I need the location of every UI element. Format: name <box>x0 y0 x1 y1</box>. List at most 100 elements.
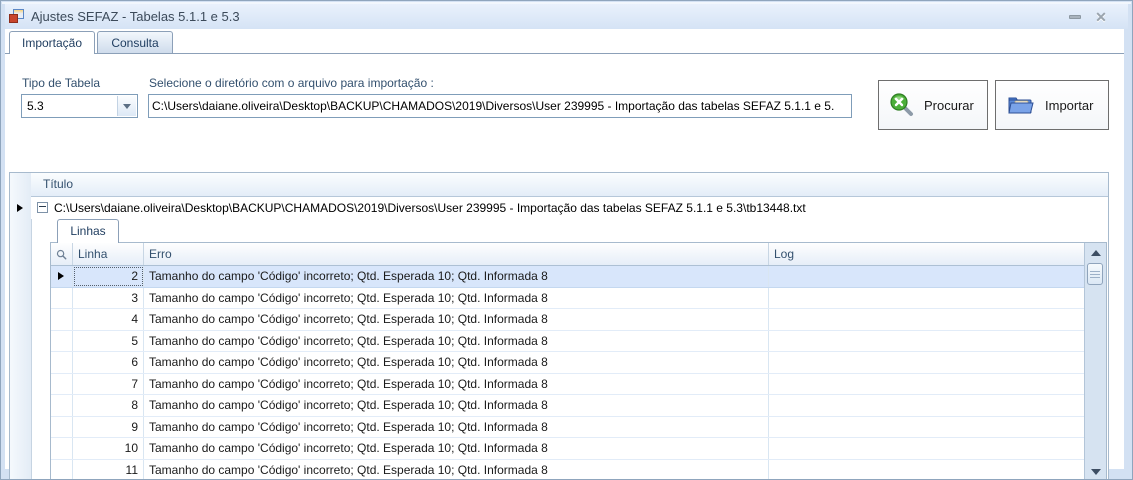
cell-erro[interactable]: Tamanho do campo 'Código' incorreto; Qtd… <box>144 438 769 459</box>
chevron-down-icon <box>123 104 131 109</box>
detail-grid-header: Linha Erro Log <box>51 243 1086 266</box>
diretorio-label: Selecione o diretório com o arquivo para… <box>149 76 434 90</box>
scroll-down-button[interactable] <box>1086 463 1105 480</box>
cell-log[interactable] <box>769 395 1086 416</box>
scroll-up-button[interactable] <box>1086 244 1105 261</box>
master-row[interactable]: C:\Users\daiane.oliveira\Desktop\BACKUP\… <box>31 197 1108 219</box>
arrow-up-icon <box>1091 250 1101 256</box>
detail-row[interactable]: 4Tamanho do campo 'Código' incorreto; Qt… <box>51 309 1086 331</box>
cell-erro[interactable]: Tamanho do campo 'Código' incorreto; Qtd… <box>144 374 769 395</box>
cell-log[interactable] <box>769 438 1086 459</box>
cell-erro[interactable]: Tamanho do campo 'Código' incorreto; Qtd… <box>144 395 769 416</box>
cell-log[interactable] <box>769 309 1086 330</box>
minimize-button[interactable] <box>1062 8 1088 26</box>
detail-section: Linhas Linha Erro Log <box>50 219 1107 480</box>
cell-erro[interactable]: Tamanho do campo 'Código' incorreto; Qtd… <box>144 417 769 438</box>
detail-row[interactable]: 5Tamanho do campo 'Código' incorreto; Qt… <box>51 331 1086 353</box>
cell-log[interactable] <box>769 288 1086 309</box>
detail-row[interactable]: 3Tamanho do campo 'Código' incorreto; Qt… <box>51 288 1086 310</box>
cell-log[interactable] <box>769 460 1086 480</box>
titulo-column-header[interactable]: Título <box>31 173 1108 197</box>
cell-erro[interactable]: Tamanho do campo 'Código' incorreto; Qtd… <box>144 266 769 287</box>
column-header-linha[interactable]: Linha <box>73 243 144 265</box>
row-indicator-cell <box>51 309 73 330</box>
procurar-label: Procurar <box>924 98 974 113</box>
master-grid: Título C:\Users\daiane.oliveira\Desktop\… <box>9 172 1109 480</box>
cell-erro[interactable]: Tamanho do campo 'Código' incorreto; Qtd… <box>144 309 769 330</box>
detail-row[interactable]: 8Tamanho do campo 'Código' incorreto; Qt… <box>51 395 1086 417</box>
vertical-scrollbar[interactable] <box>1084 243 1106 480</box>
close-icon: ✕ <box>1095 10 1107 24</box>
window-title: Ajustes SEFAZ - Tabelas 5.1.1 e 5.3 <box>31 9 1062 24</box>
detail-grid: Linha Erro Log 2Tamanho do campo 'Código… <box>50 242 1107 480</box>
cell-linha[interactable]: 11 <box>73 460 144 480</box>
cell-log[interactable] <box>769 331 1086 352</box>
row-indicator-cell <box>51 460 73 480</box>
import-folder-icon <box>1006 92 1036 118</box>
search-icon <box>889 92 915 118</box>
cell-erro[interactable]: Tamanho do campo 'Código' incorreto; Qtd… <box>144 331 769 352</box>
row-indicator-cell <box>51 331 73 352</box>
procurar-button[interactable]: Procurar <box>878 80 988 130</box>
cell-linha[interactable]: 3 <box>73 288 144 309</box>
tipo-de-tabela-combobox[interactable]: 5.3 <box>21 94 138 118</box>
detail-row[interactable]: 6Tamanho do campo 'Código' incorreto; Qt… <box>51 352 1086 374</box>
cell-linha[interactable]: 7 <box>73 374 144 395</box>
diretorio-input[interactable] <box>148 94 852 118</box>
cell-erro[interactable]: Tamanho do campo 'Código' incorreto; Qtd… <box>144 460 769 480</box>
scrollbar-thumb[interactable] <box>1087 263 1103 285</box>
minimize-icon <box>1069 15 1081 19</box>
detail-row[interactable]: 9Tamanho do campo 'Código' incorreto; Qt… <box>51 417 1086 439</box>
cell-erro[interactable]: Tamanho do campo 'Código' incorreto; Qtd… <box>144 352 769 373</box>
master-row-indicator-column <box>10 173 32 480</box>
row-indicator-cell <box>51 266 73 287</box>
app-form-icon <box>9 9 25 24</box>
column-header-erro[interactable]: Erro <box>144 243 769 265</box>
column-search-button[interactable] <box>51 243 73 265</box>
collapse-minus-icon[interactable] <box>37 202 48 213</box>
cell-log[interactable] <box>769 374 1086 395</box>
detail-row[interactable]: 10Tamanho do campo 'Código' incorreto; Q… <box>51 438 1086 460</box>
combobox-value: 5.3 <box>27 95 44 117</box>
importar-label: Importar <box>1045 98 1093 113</box>
cell-log[interactable] <box>769 266 1086 287</box>
scrollbar-grip-icon <box>1090 271 1100 278</box>
row-indicator-cell <box>51 352 73 373</box>
tab-consulta[interactable]: Consulta <box>97 31 173 53</box>
row-indicator-cell <box>51 395 73 416</box>
tab-linhas[interactable]: Linhas <box>57 219 119 243</box>
detail-row[interactable]: 11Tamanho do campo 'Código' incorreto; Q… <box>51 460 1086 480</box>
tab-importacao[interactable]: Importação <box>9 31 95 54</box>
app-window: Ajustes SEFAZ - Tabelas 5.1.1 e 5.3 ✕ Im… <box>0 0 1133 480</box>
master-row-path: C:\Users\daiane.oliveira\Desktop\BACKUP\… <box>54 197 806 219</box>
cell-linha[interactable]: 5 <box>73 331 144 352</box>
detail-row[interactable]: 7Tamanho do campo 'Código' incorreto; Qt… <box>51 374 1086 396</box>
cell-log[interactable] <box>769 352 1086 373</box>
client-area: Importação Consulta Tipo de Tabela Selec… <box>5 29 1124 469</box>
cell-linha[interactable]: 9 <box>73 417 144 438</box>
cell-linha[interactable]: 8 <box>73 395 144 416</box>
cell-log[interactable] <box>769 417 1086 438</box>
close-button[interactable]: ✕ <box>1088 8 1114 26</box>
cell-linha[interactable]: 2 <box>73 266 144 287</box>
tipo-de-tabela-label: Tipo de Tabela <box>22 76 100 90</box>
tabstrip: Importação Consulta <box>5 31 1124 54</box>
titlebar: Ajustes SEFAZ - Tabelas 5.1.1 e 5.3 ✕ <box>5 4 1128 29</box>
arrow-down-icon <box>1091 469 1101 475</box>
importar-button[interactable]: Importar <box>995 80 1109 130</box>
row-indicator-cell <box>51 417 73 438</box>
search-icon <box>56 249 67 260</box>
row-indicator-cell <box>51 438 73 459</box>
detail-row[interactable]: 2Tamanho do campo 'Código' incorreto; Qt… <box>51 266 1086 288</box>
detail-rows: 2Tamanho do campo 'Código' incorreto; Qt… <box>51 266 1086 480</box>
cell-erro[interactable]: Tamanho do campo 'Código' incorreto; Qtd… <box>144 288 769 309</box>
tabpage-importacao: Tipo de Tabela Selecione o diretório com… <box>5 53 1124 469</box>
row-indicator-cell <box>51 288 73 309</box>
current-row-arrow-icon <box>17 204 23 212</box>
row-indicator-cell <box>51 374 73 395</box>
cell-linha[interactable]: 4 <box>73 309 144 330</box>
cell-linha[interactable]: 6 <box>73 352 144 373</box>
cell-linha[interactable]: 10 <box>73 438 144 459</box>
combobox-dropdown-button[interactable] <box>117 96 136 116</box>
column-header-log[interactable]: Log <box>769 243 1086 265</box>
